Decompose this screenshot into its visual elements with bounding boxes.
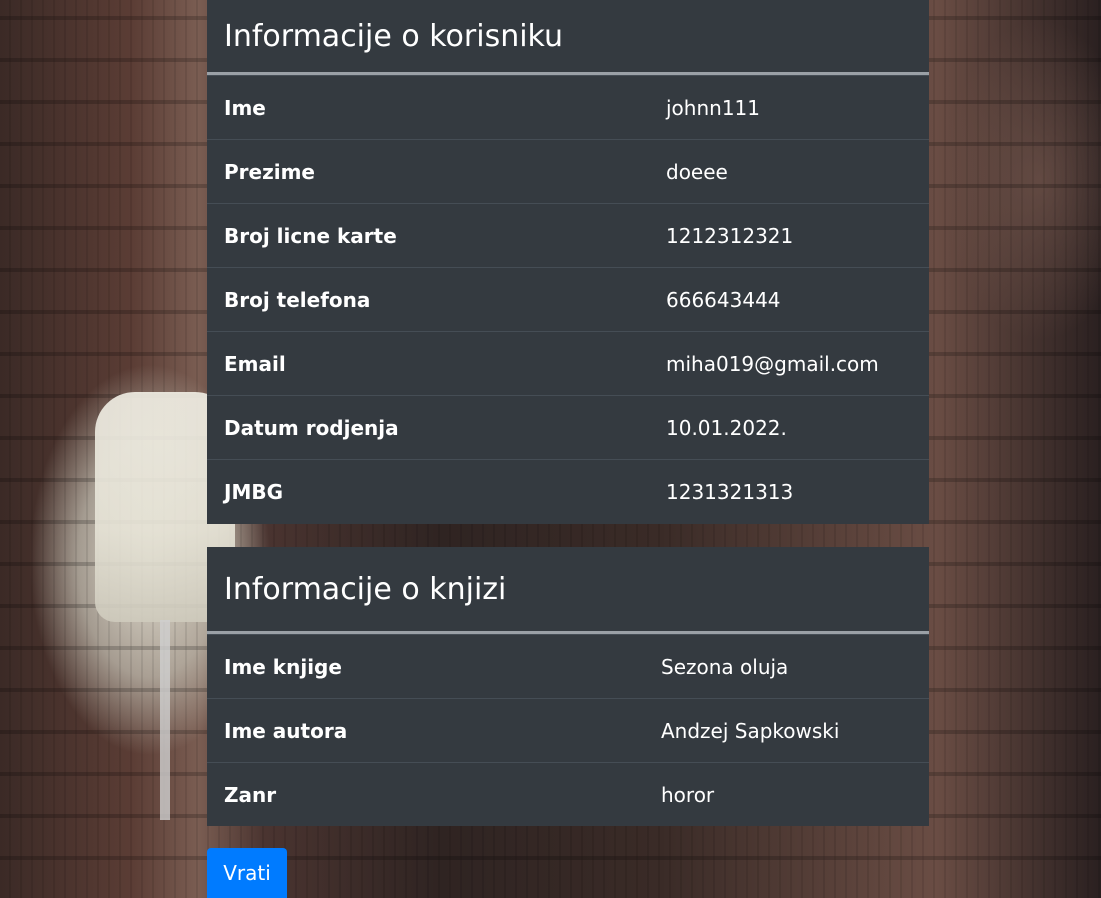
row-value: doeee <box>666 159 728 184</box>
row-label: Ime autora <box>224 718 348 743</box>
row-label: Ime knjige <box>224 654 342 679</box>
row-value: 666643444 <box>666 287 781 312</box>
row-label: Ime <box>224 95 266 120</box>
row-value: 1212312321 <box>666 223 794 248</box>
book-info-title: Informacije o knjizi <box>207 547 929 634</box>
row-label: Broj telefona <box>224 287 371 312</box>
user-info-table: Informacije o korisniku Ime johnn111 Pre… <box>207 0 929 524</box>
table-row: Zanr horor <box>207 762 929 826</box>
row-label: Broj licne karte <box>224 223 397 248</box>
book-info-table: Informacije o knjizi Ime knjige Sezona o… <box>207 547 929 826</box>
table-row: Ime knjige Sezona oluja <box>207 634 929 698</box>
row-label: JMBG <box>224 479 284 504</box>
table-row: Ime johnn111 <box>207 75 929 139</box>
back-button[interactable]: Vrati <box>207 848 287 898</box>
table-row: Email miha019@gmail.com <box>207 331 929 395</box>
table-row: Broj telefona 666643444 <box>207 267 929 331</box>
row-value: 10.01.2022. <box>666 415 787 440</box>
table-row: JMBG 1231321313 <box>207 459 929 523</box>
row-value: miha019@gmail.com <box>666 351 879 376</box>
row-label: Zanr <box>224 782 277 807</box>
row-value: Sezona oluja <box>661 654 789 679</box>
row-value: Andzej Sapkowski <box>661 718 840 743</box>
row-value: 1231321313 <box>666 479 794 504</box>
row-label: Datum rodjenja <box>224 415 399 440</box>
table-row: Datum rodjenja 10.01.2022. <box>207 395 929 459</box>
table-row: Ime autora Andzej Sapkowski <box>207 698 929 762</box>
row-label: Prezime <box>224 159 315 184</box>
row-value: horor <box>661 782 715 807</box>
background-lamp-stand-image <box>160 620 170 820</box>
table-row: Prezime doeee <box>207 139 929 203</box>
table-row: Broj licne karte 1212312321 <box>207 203 929 267</box>
user-info-title: Informacije o korisniku <box>207 0 929 75</box>
row-value: johnn111 <box>666 95 760 120</box>
row-label: Email <box>224 351 286 376</box>
